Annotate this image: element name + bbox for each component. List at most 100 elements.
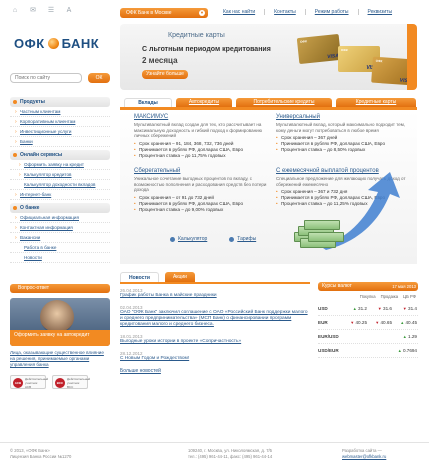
menu-item-internet-bank[interactable]: Интернет-банк [10,190,110,200]
font-size-icon[interactable]: A [64,6,74,15]
mail-icon[interactable]: ✉ [28,6,38,15]
arrow-up-icon: ▲ [352,306,357,311]
rates-header: Курсы валют 17 мая 2013 [318,282,418,291]
home-icon[interactable]: ⌂ [10,6,20,15]
news-link[interactable]: График работы Банка в майские праздники [120,293,310,299]
arrow-up-icon: ▲ [397,348,402,353]
top-nav-requisites[interactable]: Реквизиты [357,9,402,15]
tab-autocredits[interactable]: Автокредиты [176,98,232,107]
calculator-link[interactable]: Калькулятор [170,236,207,242]
banner-more-button[interactable]: Узнайте больше [142,70,188,79]
tab-deposits[interactable]: Вклады [124,98,172,107]
news-link[interactable]: С Новым Годом и Рождеством! [120,356,310,362]
logo[interactable]: ОФК БАНК [14,36,99,51]
col-sell: Продажа [380,294,399,299]
search-input[interactable] [10,73,82,83]
menu-item-investment[interactable]: Инвестиционные услуги [10,127,110,137]
menu-section-online[interactable]: Онлайн сервисы [10,150,110,160]
menu-item-corporate[interactable]: Корпоративным клиентам [10,117,110,127]
menu-item-contacts[interactable]: Контактная информация [10,223,110,233]
deposit-card: Сберегательный Уникальное сочетание выго… [134,168,274,213]
tab-consumer-credits[interactable]: Потребительские кредиты [236,98,332,107]
deposit-card: Универсальный Мультивалютный вклад, кото… [276,114,416,153]
col-buy: Покупка [359,294,376,299]
all-news-link[interactable]: Больше новостей [120,368,310,374]
ask-question-button[interactable]: Вопрос-ответ [10,284,110,293]
deposit-card: МАКСИМУС Мультивалютный вклад создан для… [134,114,274,159]
deposit-links: Калькулятор Тарифы [170,236,256,242]
promo-banner[interactable]: Кредитные карты С льготным периодом кред… [120,24,417,90]
currency-code: USD/EUR [318,348,339,353]
news-section: Новости Акции 26.04.2013 График работы Б… [120,272,310,374]
news-tabs: Новости Акции [120,272,310,282]
tab-news[interactable]: Новости [120,272,159,282]
news-link[interactable]: Выгодные уроки истории в проекте «Соприч… [120,339,310,345]
top-nav: Как нас найти Контакты Режим работы Рекв… [214,9,401,15]
sitemap-icon[interactable]: ☰ [46,6,56,15]
top-nav-hours[interactable]: Режим работы [304,9,358,15]
top-nav-how-to-find[interactable]: Как нас найти [214,9,264,15]
rates-date: 17 мая 2013 [392,284,416,289]
news-item: 26.04.2013 График работы Банка в майские… [120,288,310,299]
deposit-desc: Уникальное сочетание выгодных процентов … [134,176,267,192]
news-link[interactable]: ОАО "ОФК Банк" заключил соглашение с ОАО… [120,310,310,328]
menu-section-about[interactable]: О банке [10,203,110,213]
badge-text: Действительный участник ВСС [67,377,91,389]
footer-developer: Разработка сайта — webmaster@ofkbank.ru [342,448,386,460]
deposit-title[interactable]: МАКСИМУС [134,114,274,120]
news-item: 28.12.2012 С Новым Годом и Рождеством! [120,351,310,362]
menu-item-banks[interactable]: Банки [10,137,110,147]
governance-link[interactable]: Лица, оказывающие существенное влияние н… [10,350,110,368]
menu-item-credit-calculator[interactable]: Калькулятор кредитов [10,170,110,180]
top-bar: ⌂ ✉ ☰ A ОФК Банк в Москве ▼ Как нас найт… [0,0,429,22]
webmaster-link[interactable]: webmaster@ofkbank.ru [342,454,386,460]
deposit-title[interactable]: Сберегательный [134,168,274,174]
rates-title: Курсы валют [322,283,352,289]
credit-card-image: ОФКVISA [296,33,342,65]
currency-code: EUR [318,320,328,325]
menu-item-work[interactable]: Работа в банке [10,243,110,253]
money-stack-image [290,202,348,248]
phone-text: тел.: (495) 961-44-11, факс: (495) 961-4… [188,454,273,459]
bank-city-select[interactable]: ОФК Банк в Москве ▼ [120,8,208,18]
badge-text: Действительный участник АСВ [25,377,49,389]
tariffs-link[interactable]: Тарифы [229,236,256,242]
autocredit-promo-label: Оформить заявку на автокредит [10,330,110,346]
asv-badge[interactable]: АСВ Действительный участник АСВ [10,375,49,389]
rate-sell: ▼ 31.6 [377,306,392,311]
currency-code: USD [318,306,328,311]
vss-badge[interactable]: ВСС Действительный участник ВСС [52,375,91,389]
menu-item-credit-request[interactable]: Оформить заявку на кредит [10,160,110,170]
arrow-down-icon: ▼ [375,320,380,325]
menu-item-official[interactable]: Официальная информация [10,213,110,223]
tab-credit-cards[interactable]: Кредитные карты [336,98,416,107]
deposit-title[interactable]: Универсальный [276,114,416,120]
arrow-down-icon: ▼ [377,306,382,311]
tab-promotions[interactable]: Акции [164,272,195,282]
banner-title: Кредитные карты [168,32,225,39]
rate-cb: ▲ 40.45 [400,320,417,325]
seal-icon: ВСС [55,378,65,388]
menu-item-news[interactable]: Новости [10,253,110,263]
deposit-desc: Мультивалютный вклад создан для тех, кто… [134,122,262,138]
top-nav-contacts[interactable]: Контакты [264,9,305,15]
banner-side-strip [407,24,417,90]
autocredit-promo[interactable]: Оформить заявку на автокредит [10,298,110,346]
search-button[interactable]: ОК [88,73,110,83]
rate-cb: ▲ 1.29 [402,334,417,339]
person-photo [40,300,74,334]
deposit-rate: Процентная ставка – до 11,75% годовых [134,153,274,159]
membership-badges: АСВ Действительный участник АСВ ВСС Дейс… [10,375,91,389]
menu-item-deposit-calculator[interactable]: Калькулятор доходности вкладов [10,180,110,190]
logo-ball-icon [47,38,59,49]
left-menu: Продукты Частным клиентам Корпоративным … [10,94,110,263]
banner-subtitle: 2 месяца [142,56,178,65]
menu-section-products[interactable]: Продукты [10,97,110,107]
rates-columns: Покупка Продажа ЦБ РФ [318,294,416,299]
arrow-down-icon: ▼ [350,320,355,325]
rate-sell: ▼ 40.65 [375,320,392,325]
menu-item-private[interactable]: Частным клиентам [10,107,110,117]
top-icons: ⌂ ✉ ☰ A [10,6,74,15]
menu-item-vacancies[interactable]: Вакансии [10,233,110,243]
bank-city-value: ОФК Банк в Москве [126,10,172,16]
